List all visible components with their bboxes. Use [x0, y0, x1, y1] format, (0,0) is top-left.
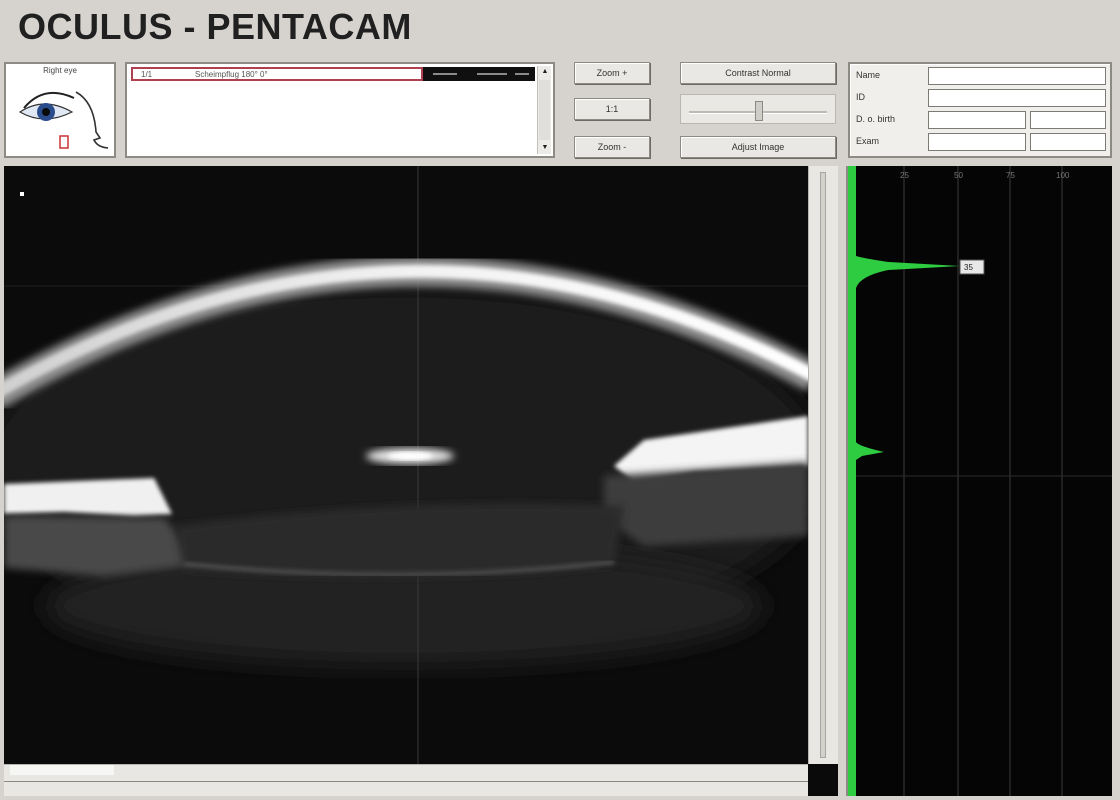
- tick-label: 50: [954, 171, 963, 180]
- tick-label: 25: [900, 171, 909, 180]
- densitometry-graph: 25 50 75 100 35: [848, 166, 1112, 796]
- id-field[interactable]: [928, 89, 1106, 107]
- exam-date-field[interactable]: [928, 133, 1026, 151]
- slider-thumb[interactable]: [755, 101, 763, 121]
- densitometry-profile[interactable]: 25 50 75 100 35: [846, 166, 1112, 796]
- patient-info-panel: Name ID D. o. birth Exam: [848, 62, 1112, 158]
- scan-list-scrollbar[interactable]: ▲ ▼: [537, 66, 551, 154]
- scan-type: Scheimpflug 180° 0°: [195, 70, 268, 79]
- tick-label: 100: [1056, 171, 1070, 180]
- scheimpflug-image[interactable]: [4, 166, 808, 764]
- tick-label: 75: [1006, 171, 1015, 180]
- image-vertical-scrollbar[interactable]: [808, 166, 838, 764]
- scroll-rule: [4, 781, 808, 782]
- dob-extra-field[interactable]: [1030, 111, 1106, 129]
- name-label: Name: [856, 70, 881, 80]
- scroll-corner: [808, 764, 838, 796]
- dob-label: D. o. birth: [856, 114, 896, 124]
- eye-selector[interactable]: Right eye: [4, 62, 116, 158]
- eye-label: Right eye: [43, 66, 77, 75]
- scroll-thumb[interactable]: [10, 765, 114, 775]
- scheimpflug-photo: [4, 166, 808, 764]
- brightness-slider[interactable]: [680, 94, 836, 124]
- peak-label: 35: [964, 263, 973, 272]
- dob-field[interactable]: [928, 111, 1026, 129]
- id-label: ID: [856, 92, 865, 102]
- name-field[interactable]: [928, 67, 1106, 85]
- zoom-out-button[interactable]: Zoom -: [574, 136, 650, 158]
- eye-icon: [18, 91, 108, 149]
- zoom-in-button[interactable]: Zoom +: [574, 62, 650, 84]
- image-horizontal-scrollbar[interactable]: [4, 764, 808, 796]
- app-title: OCULUS - PENTACAM: [18, 6, 412, 47]
- contrast-button[interactable]: Contrast Normal: [680, 62, 836, 84]
- scan-index: 1/1: [141, 70, 153, 79]
- adjust-image-button[interactable]: Adjust Image: [680, 136, 836, 158]
- scroll-thumb[interactable]: [539, 80, 550, 140]
- scan-list[interactable]: 1/1 Scheimpflug 180° 0° ▲ ▼: [125, 62, 555, 158]
- scroll-up-icon[interactable]: ▲: [540, 67, 550, 77]
- one-to-one-button[interactable]: 1:1: [574, 98, 650, 120]
- scroll-groove[interactable]: [820, 172, 826, 758]
- scan-thumbnail: [423, 67, 535, 81]
- exam-time-field[interactable]: [1030, 133, 1106, 151]
- exam-label: Exam: [856, 136, 880, 146]
- scan-list-row[interactable]: 1/1 Scheimpflug 180° 0°: [131, 67, 423, 81]
- scroll-down-icon[interactable]: ▼: [540, 143, 550, 153]
